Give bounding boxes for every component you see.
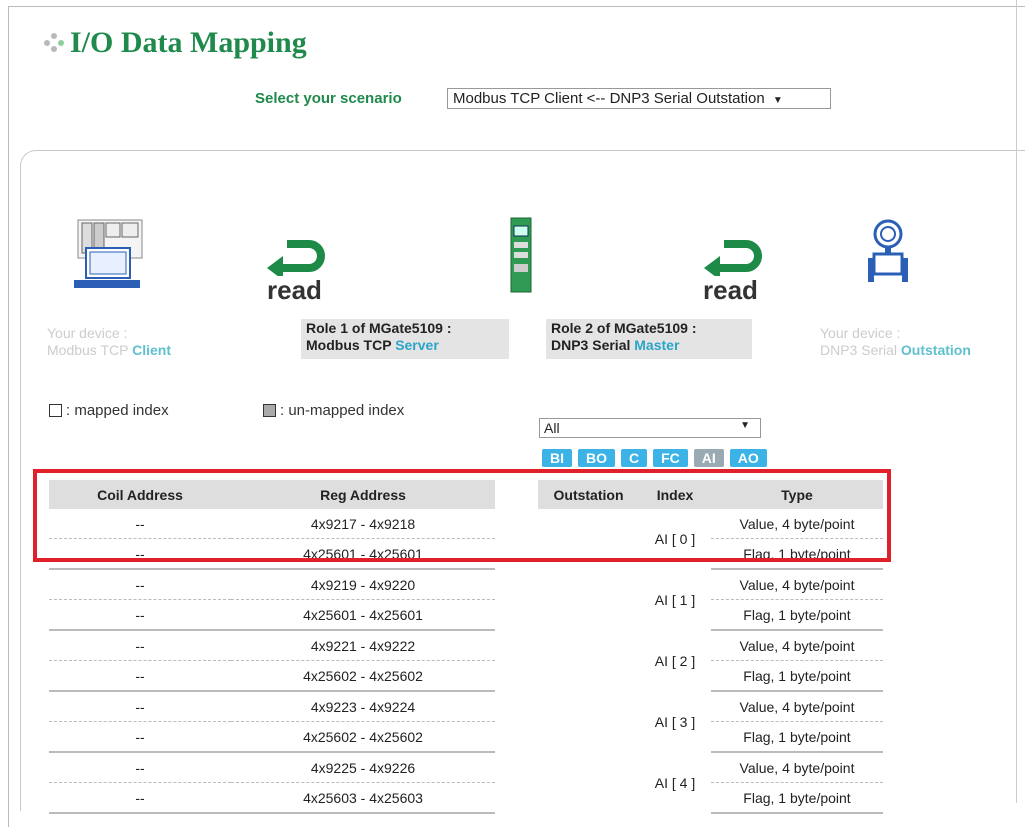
- mapping-table-body: -- 4x9217 - 4x9218 AI [ 0 ] Value, 4 byte/p…: [49, 509, 883, 814]
- type-button-bi[interactable]: BI: [542, 449, 572, 467]
- type-cell: Flag, 1 byte/point: [711, 538, 883, 570]
- table-row: -- 4x25603 - 4x25603 Flag, 1 byte/point: [49, 782, 883, 814]
- outstation-cell: [538, 569, 639, 630]
- coil-address-cell: --: [49, 569, 231, 600]
- reg-address-cell: 4x9225 - 4x9226: [231, 752, 495, 783]
- coil-address-cell: --: [49, 599, 231, 631]
- type-cell: Flag, 1 byte/point: [711, 660, 883, 692]
- role2-box: Role 2 of MGate5109 : DNP3 Serial Master: [546, 319, 752, 359]
- reg-address-cell: 4x9217 - 4x9218: [231, 509, 495, 539]
- table-row: -- 4x9221 - 4x9222 AI [ 2 ] Value, 4 byte/p…: [49, 630, 883, 669]
- type-button-fc[interactable]: FC: [653, 449, 688, 467]
- right-device-label: Your device : DNP3 Serial Outstation: [820, 325, 971, 358]
- index-cell: AI [ 4 ]: [654, 774, 696, 791]
- table-row: -- 4x25602 - 4x25602 Flag, 1 byte/point: [49, 721, 883, 753]
- table-row: -- 4x25602 - 4x25602 Flag, 1 byte/point: [49, 660, 883, 692]
- role1-box: Role 1 of MGate5109 : Modbus TCP Server: [301, 319, 509, 359]
- flowmeter-icon: [866, 218, 910, 284]
- coil-address-cell: --: [49, 509, 231, 539]
- header-type: Type: [711, 480, 883, 509]
- type-cell: Flag, 1 byte/point: [711, 721, 883, 753]
- legend-mapped: : mapped index: [49, 402, 169, 419]
- chevron-down-icon: ▼: [772, 95, 783, 106]
- coil-address-cell: --: [49, 691, 231, 722]
- index-cell: AI [ 0 ]: [654, 531, 696, 547]
- table-row: -- 4x9219 - 4x9220 AI [ 1 ] Value, 4 byte/p…: [49, 569, 883, 608]
- type-cell: Flag, 1 byte/point: [711, 782, 883, 814]
- coil-address-cell: --: [49, 782, 231, 814]
- read-label-1: read: [267, 275, 322, 305]
- header-outstation: Outstation: [538, 480, 639, 509]
- outstation-cell: [538, 752, 639, 813]
- reg-address-cell: 4x25601 - 4x25601: [231, 599, 495, 631]
- type-button-ao[interactable]: AO: [729, 449, 767, 467]
- table-row: -- 4x9223 - 4x9224 AI [ 3 ] Value, 4 byte/p…: [49, 691, 883, 730]
- table-row: -- 4x25601 - 4x25601 Flag, 1 byte/point: [49, 599, 883, 631]
- reg-address-cell: 4x9223 - 4x9224: [231, 691, 495, 722]
- table-row: -- 4x9225 - 4x9226 AI [ 4 ] Value, 4 byte/p…: [49, 752, 883, 791]
- type-cell: Value, 4 byte/point: [711, 630, 883, 661]
- unmapped-swatch-icon: [263, 404, 276, 417]
- plc-computer-icon: [72, 218, 152, 290]
- title-bullet-icon: [44, 33, 66, 53]
- read-arrow-icon: [702, 240, 762, 280]
- outstation-cell: [538, 691, 639, 752]
- header-coil-address: Coil Address: [49, 480, 231, 509]
- chevron-down-icon: ▼: [740, 420, 750, 431]
- type-button-c[interactable]: C: [621, 449, 648, 467]
- type-cell: Flag, 1 byte/point: [711, 599, 883, 631]
- index-cell: AI [ 2 ]: [654, 652, 696, 669]
- point-type-filter-select[interactable]: All ▼: [539, 418, 761, 438]
- outstation-cell: [538, 509, 639, 569]
- reg-address-cell: 4x9221 - 4x9222: [231, 630, 495, 661]
- read-label-2: read: [703, 275, 758, 305]
- type-button-bo[interactable]: BO: [578, 449, 615, 467]
- reg-address-cell: 4x25602 - 4x25602: [231, 721, 495, 753]
- read-arrow-icon: [265, 240, 325, 280]
- type-button-ai[interactable]: AI: [693, 449, 724, 467]
- type-cell: Value, 4 byte/point: [711, 509, 883, 539]
- coil-address-cell: --: [49, 752, 231, 783]
- type-cell: Value, 4 byte/point: [711, 752, 883, 783]
- coil-address-cell: --: [49, 538, 231, 570]
- reg-address-cell: 4x9219 - 4x9220: [231, 569, 495, 600]
- coil-address-cell: --: [49, 630, 231, 661]
- point-type-buttons: BI BO C FC AI AO: [542, 449, 767, 467]
- scenario-select[interactable]: Modbus TCP Client <-- DNP3 Serial Outsta…: [447, 88, 831, 109]
- page-title: I/O Data Mapping: [70, 26, 307, 59]
- reg-address-cell: 4x25601 - 4x25601: [231, 538, 495, 570]
- right-divider: [1016, 0, 1017, 803]
- mapping-table: Coil Address Reg Address Outstation Inde…: [49, 480, 883, 814]
- mgate-device-icon: [509, 216, 533, 294]
- reg-address-cell: 4x25602 - 4x25602: [231, 660, 495, 692]
- coil-address-cell: --: [49, 721, 231, 753]
- header-index: Index: [639, 480, 711, 509]
- outstation-cell: [538, 630, 639, 691]
- legend-unmapped: : un-mapped index: [263, 402, 404, 419]
- scenario-select-value: Modbus TCP Client <-- DNP3 Serial Outsta…: [453, 90, 765, 107]
- index-cell: AI [ 3 ]: [654, 713, 696, 730]
- coil-address-cell: --: [49, 660, 231, 692]
- scenario-label: Select your scenario: [255, 90, 402, 107]
- mapped-swatch-icon: [49, 404, 62, 417]
- left-device-label: Your device : Modbus TCP Client: [47, 325, 171, 358]
- reg-address-cell: 4x25603 - 4x25603: [231, 782, 495, 814]
- index-cell: AI [ 1 ]: [654, 591, 696, 608]
- type-cell: Value, 4 byte/point: [711, 691, 883, 722]
- table-row: -- 4x25601 - 4x25601 Flag, 1 byte/point: [49, 538, 883, 570]
- table-row: -- 4x9217 - 4x9218 AI [ 0 ] Value, 4 byte/p…: [49, 509, 883, 547]
- header-reg-address: Reg Address: [231, 480, 495, 509]
- type-cell: Value, 4 byte/point: [711, 569, 883, 600]
